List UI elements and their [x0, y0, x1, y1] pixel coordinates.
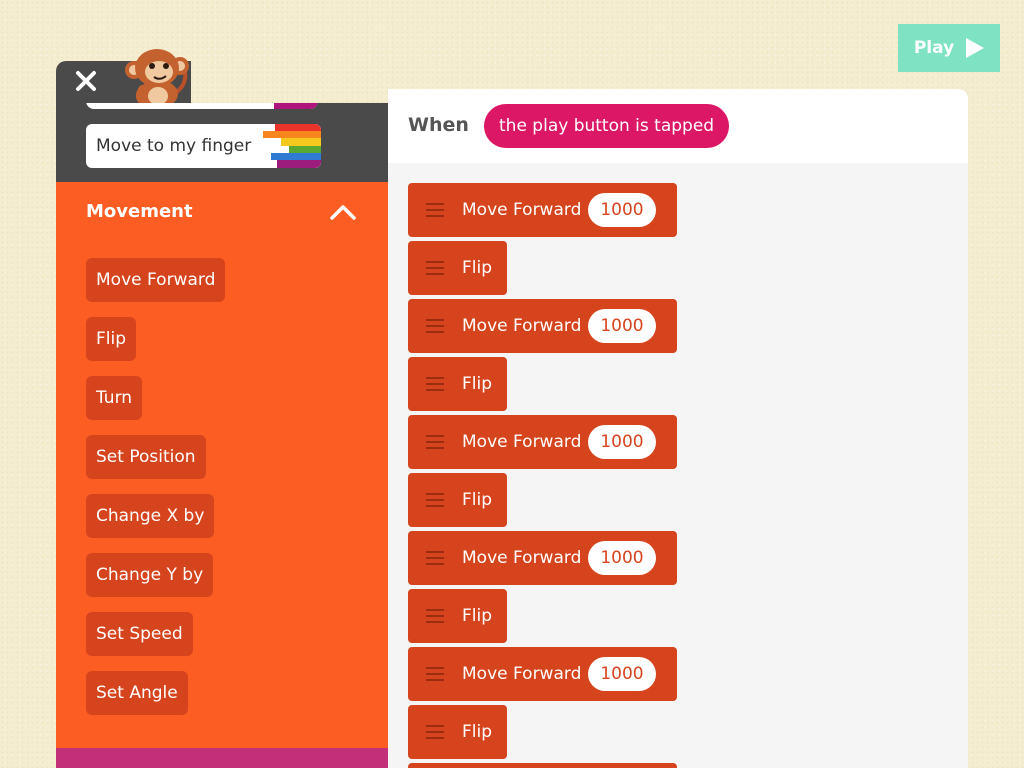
move-to-my-finger-label: Move to my finger	[96, 136, 252, 156]
monkey-character-icon	[116, 46, 194, 108]
drag-handle-icon[interactable]	[426, 667, 444, 681]
chevron-up-icon[interactable]	[328, 200, 358, 224]
when-label: When	[408, 114, 469, 136]
command-block-flip[interactable]: Flip	[408, 473, 507, 527]
script-area[interactable]: When the play button is tapped Move Forw…	[388, 89, 968, 768]
value-input[interactable]: 1000	[588, 309, 656, 343]
command-label: Move Forward	[462, 548, 582, 568]
command-label: Move Forward	[462, 432, 582, 452]
next-category-header[interactable]	[56, 748, 388, 768]
value-input[interactable]: 1000	[588, 657, 656, 691]
palette-block-label: Set Position	[96, 447, 196, 467]
rainbow-stripes-icon	[263, 124, 321, 168]
command-block-flip[interactable]: Flip	[408, 357, 507, 411]
drag-handle-icon[interactable]	[426, 609, 444, 623]
command-block-move-forward[interactable]: Move Forward 1000	[408, 183, 677, 237]
movement-palette: Movement Move Forward Flip Turn Set Posi…	[56, 182, 388, 748]
events-palette: Move to my finger	[56, 103, 388, 182]
value-input[interactable]: 1000	[588, 193, 656, 227]
palette-block-set-angle[interactable]: Set Angle	[86, 671, 188, 715]
palette-block-change-x-by[interactable]: Change X by	[86, 494, 215, 538]
palette-block-label: Set Angle	[96, 683, 178, 703]
command-block-flip[interactable]: Flip	[408, 589, 507, 643]
value-input[interactable]: 1000	[588, 541, 656, 575]
command-label: Move Forward	[462, 664, 582, 684]
palette-block-label: Change Y by	[96, 565, 204, 585]
command-label: Flip	[462, 374, 493, 394]
palette-block-set-position[interactable]: Set Position	[86, 435, 206, 479]
drag-handle-icon[interactable]	[426, 203, 444, 217]
palette-block-flip[interactable]: Flip	[86, 317, 137, 361]
palette-block-label: Turn	[96, 388, 133, 408]
command-label: Flip	[462, 722, 493, 742]
palette-block-label: Set Speed	[96, 624, 183, 644]
palette-block-set-speed[interactable]: Set Speed	[86, 612, 193, 656]
command-label: Move Forward	[462, 316, 582, 336]
palette-block-move-forward[interactable]: Move Forward	[86, 258, 226, 302]
command-label: Flip	[462, 606, 493, 626]
palette-block-label: Move Forward	[96, 270, 216, 290]
command-label: Move Forward	[462, 200, 582, 220]
command-label: Flip	[462, 490, 493, 510]
command-block-flip[interactable]: Flip	[408, 241, 507, 295]
trigger-label: the play button is tapped	[499, 116, 715, 136]
drag-handle-icon[interactable]	[426, 435, 444, 449]
command-block-partial[interactable]	[408, 763, 677, 768]
drag-handle-icon[interactable]	[426, 493, 444, 507]
rule-header: When the play button is tapped	[388, 89, 968, 163]
palette-block-label: Flip	[96, 329, 127, 349]
play-button[interactable]: Play	[898, 24, 1000, 72]
drag-handle-icon[interactable]	[426, 725, 444, 739]
value-input[interactable]: 1000	[588, 425, 656, 459]
trigger-pill[interactable]: the play button is tapped	[484, 104, 730, 148]
command-block-move-forward[interactable]: Move Forward 1000	[408, 531, 677, 585]
palette-block-label: Change X by	[96, 506, 205, 526]
drag-handle-icon[interactable]	[426, 261, 444, 275]
play-button-label: Play	[913, 38, 955, 58]
drag-handle-icon[interactable]	[426, 319, 444, 333]
command-block-flip[interactable]: Flip	[408, 705, 507, 759]
palette-block-change-y-by[interactable]: Change Y by	[86, 553, 214, 597]
drag-handle-icon[interactable]	[426, 551, 444, 565]
command-label: Flip	[462, 258, 493, 278]
command-block-move-forward[interactable]: Move Forward 1000	[408, 647, 677, 701]
palette-block-turn[interactable]: Turn	[86, 376, 143, 420]
drag-handle-icon[interactable]	[426, 377, 444, 391]
command-block-move-forward[interactable]: Move Forward 1000	[408, 299, 677, 353]
close-icon[interactable]	[71, 66, 101, 96]
play-icon	[966, 38, 985, 58]
movement-category-title: Movement	[86, 201, 193, 222]
move-to-my-finger-block[interactable]: Move to my finger	[86, 124, 321, 168]
command-block-move-forward[interactable]: Move Forward 1000	[408, 415, 677, 469]
partial-event-block[interactable]	[86, 103, 318, 109]
